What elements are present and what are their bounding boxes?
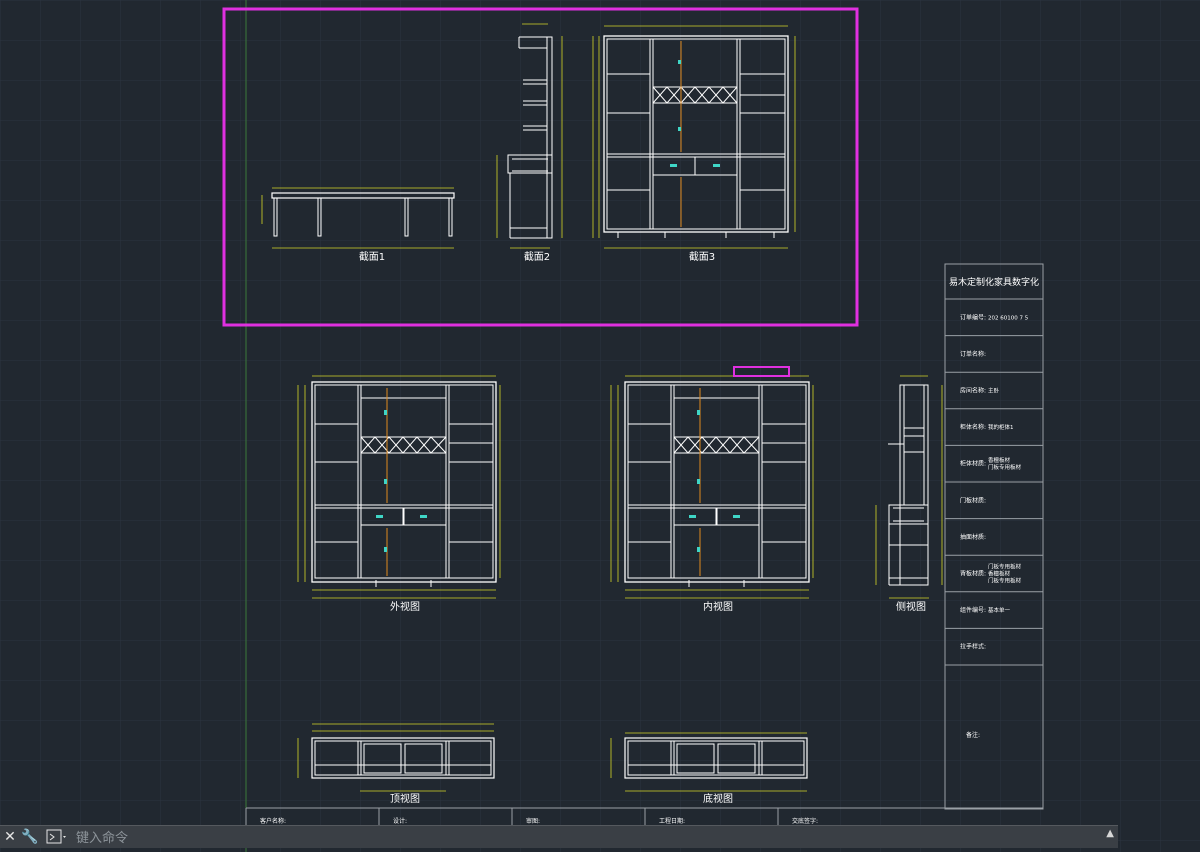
section-3-label: 截面3 <box>689 250 715 263</box>
title-block-label: 备注: <box>966 731 980 739</box>
title-block-label: 抽面材质: <box>960 533 986 541</box>
title-block-label: 订单名称: <box>960 350 986 358</box>
title-block-label: 门板材质: <box>960 496 986 504</box>
cad-drawing-canvas[interactable]: 截面1 截面2 截面3 外视图 内视图 侧视图 顶视图 底视图 易木定制化家具数… <box>0 0 1200 852</box>
front-view-label: 外视图 <box>390 600 420 613</box>
strip-label: 审图: <box>526 817 540 825</box>
title-block-label: 拉手样式: <box>960 643 986 651</box>
strip-label: 客户名称: <box>260 817 286 825</box>
wrench-icon[interactable]: 🔧 <box>20 826 40 848</box>
strip-label: 设计: <box>393 817 407 825</box>
title-block-value: 门板专用板材 <box>988 563 1022 571</box>
title-block-label: 组件编号: <box>960 606 986 614</box>
section-1-label: 截面1 <box>359 250 385 263</box>
title-block-label: 背板材质: <box>960 570 986 578</box>
inner-view-label: 内视图 <box>703 600 733 613</box>
command-input[interactable] <box>74 827 1098 849</box>
title-block-value: 我的柜体1 <box>988 423 1014 431</box>
title-block-label: 柜体材质: <box>960 460 986 468</box>
title-block-value: 门板专用板材 <box>988 577 1022 585</box>
title-block-label: 柜体名称: <box>960 423 986 431</box>
drawing-grid <box>0 0 1200 852</box>
strip-label: 交底签字: <box>792 817 818 825</box>
close-icon[interactable]: ✕ <box>0 826 20 848</box>
title-block-value: 主卧 <box>988 387 1000 395</box>
command-line-bar: ✕ 🔧 ▲ <box>0 825 1118 849</box>
title-block-value: 门板专用板材 <box>988 463 1022 471</box>
bottom-view-label: 底视图 <box>703 792 733 805</box>
title-block-value: 香檀板材 <box>988 456 1011 464</box>
command-prompt-icon[interactable] <box>44 826 70 848</box>
title-block-label: 房间名称: <box>960 387 986 395</box>
triangle-up-icon[interactable]: ▲ <box>1106 828 1114 839</box>
title-block-company: 易木定制化家具数字化 <box>949 276 1039 288</box>
side-view-label: 侧视图 <box>896 600 926 613</box>
title-block-value: 基本单一 <box>988 606 1011 614</box>
strip-label: 工程日期: <box>659 817 685 825</box>
title-block-value: 202 60100 7 5 <box>988 315 1029 321</box>
title-block-row: 备注: <box>966 731 980 739</box>
top-view-label: 顶视图 <box>390 792 420 805</box>
title-block-label: 订单编号: <box>960 313 986 321</box>
title-block-value: 香檀板材 <box>988 570 1011 578</box>
section-2-label: 截面2 <box>524 250 550 263</box>
